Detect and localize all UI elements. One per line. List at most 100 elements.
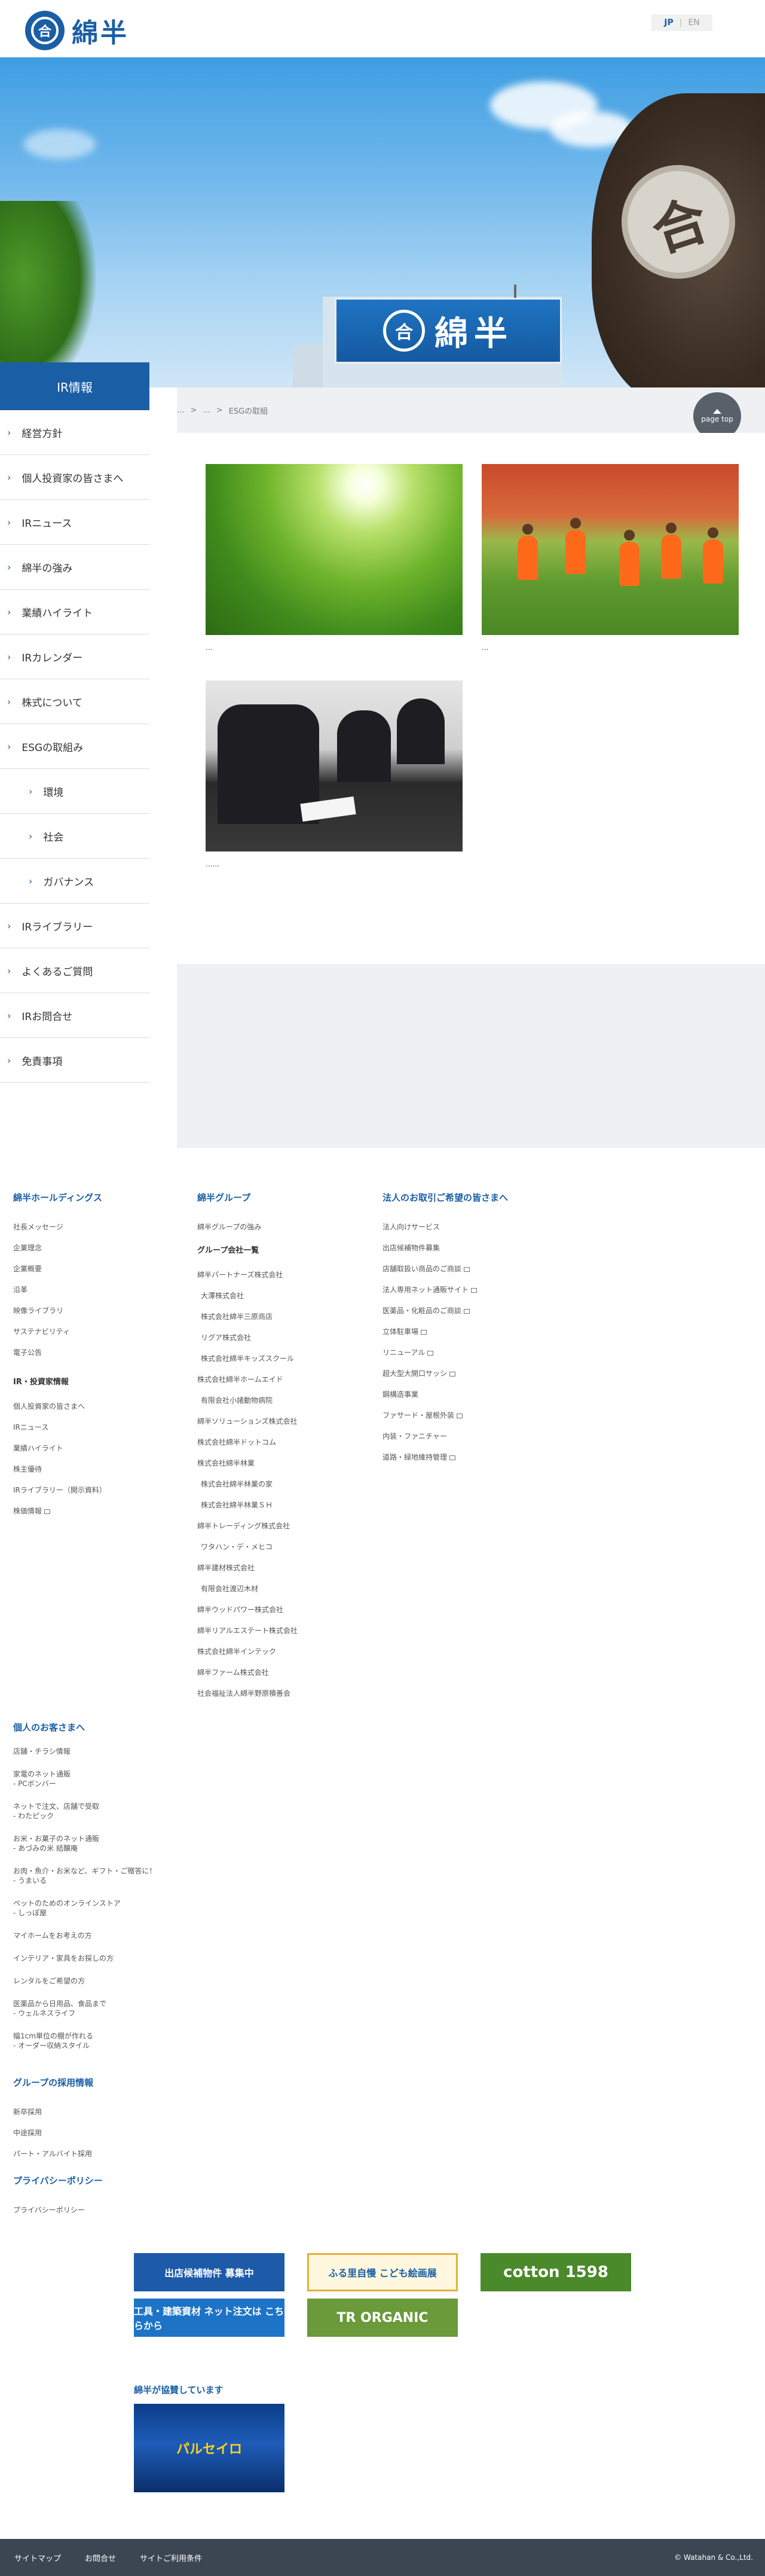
sidebar-item[interactable]: › 綿半の強み [0, 545, 149, 590]
sidebar-item[interactable]: › ESGの取組み [0, 724, 149, 769]
footer-link[interactable]: 業績ハイライト [13, 1438, 180, 1459]
footer-link[interactable]: 株主優待 [13, 1459, 180, 1480]
footer-link[interactable]: リニューアル [382, 1342, 574, 1363]
sidebar-item[interactable]: › 環境 [0, 769, 149, 814]
footer-link[interactable]: 店舗取扱い商品のご商談 [382, 1259, 574, 1280]
footer-link[interactable]: 企業理念 [13, 1238, 180, 1259]
footer-link[interactable]: レンタルをご希望の方 [13, 1976, 252, 1986]
sidebar-item[interactable]: › よくあるご質問 [0, 948, 149, 993]
footer-link[interactable]: 個人投資家の皆さまへ [13, 1396, 180, 1417]
footer-link[interactable]: リグア株式会社 [197, 1327, 377, 1348]
card-image-environment[interactable] [206, 464, 463, 635]
footer-link[interactable]: インテリア・家具をお探しの方 [13, 1954, 252, 1963]
footer-link[interactable]: 綿半トレーディング株式会社 [197, 1516, 377, 1537]
sidebar-item[interactable]: › 株式について [0, 679, 149, 724]
footer-link[interactable]: 医薬品・化粧品のご商談 [382, 1301, 574, 1321]
sidebar-item[interactable]: › 業績ハイライト [0, 590, 149, 634]
banner-tools[interactable]: 工具・建築資材 ネット注文は こちらから [134, 2299, 284, 2337]
footer-link[interactable]: ペットのためのオンラインストア - しっぽ屋 [13, 1899, 252, 1918]
footer-link[interactable]: 映像ライブラリ [13, 1301, 180, 1321]
footer-link[interactable]: 出店候補物件募集 [382, 1238, 574, 1259]
footer-link-label: 立体駐車場 [382, 1327, 419, 1336]
footer-link[interactable]: 企業概要 [13, 1259, 180, 1280]
sitemap-link[interactable]: サイトマップ [14, 2552, 61, 2563]
footer-link-sublabel: - うまいる [13, 1876, 47, 1885]
banner-cotton[interactable]: cotton 1598 [481, 2253, 631, 2291]
footer-link[interactable]: 有限会社渡辺木材 [197, 1579, 377, 1600]
breadcrumb-item[interactable]: ... [203, 406, 210, 415]
footer-link[interactable]: 電子公告 [13, 1342, 180, 1363]
footer-link[interactable]: 綿半建材株式会社 [197, 1558, 377, 1579]
footer-link[interactable]: ファサード・屋根外装 [382, 1405, 574, 1426]
content-card[interactable]: ... [206, 464, 463, 652]
lang-jp-link[interactable]: JP [664, 18, 673, 28]
footer-link[interactable]: 道路・緑地維持管理 [382, 1447, 574, 1468]
footer-link[interactable]: ネットで注文、店舗で受取 - わたピック [13, 1802, 252, 1821]
footer-link[interactable]: 株式会社綿半ドットコム [197, 1432, 377, 1453]
card-image-governance[interactable] [206, 680, 463, 851]
footer-link[interactable]: 社長メッセージ [13, 1217, 180, 1238]
banner-store-recruit[interactable]: 出店候補物件 募集中 [134, 2253, 284, 2291]
sidebar-item[interactable]: › ガバナンス [0, 859, 149, 904]
footer-link[interactable]: ワタハン・デ・メヒコ [197, 1537, 377, 1558]
footer-link[interactable]: 綿半パートナーズ株式会社 [197, 1265, 377, 1286]
footer-link[interactable]: サステナビリティ [13, 1321, 180, 1342]
footer-link[interactable]: 医薬品から日用品、食品まで - ウェルネスライフ [13, 1999, 252, 2018]
footer-link[interactable]: 家電のネット通販 - PCボンバー [13, 1769, 252, 1788]
footer-link[interactable]: 法人専用ネット通販サイト [382, 1280, 574, 1301]
sidebar-item[interactable]: › IRカレンダー [0, 634, 149, 679]
contact-link[interactable]: お問合せ [85, 2552, 116, 2563]
footer-link[interactable]: 株式会社綿半林業の家 [197, 1474, 377, 1495]
sidebar-item[interactable]: › 社会 [0, 814, 149, 859]
banner-organic[interactable]: TR ORGANIC [307, 2299, 458, 2337]
footer-link[interactable]: 綿半リアルエステート株式会社 [197, 1620, 377, 1641]
footer-link[interactable]: 綿半グループの強み [197, 1217, 377, 1238]
footer-link[interactable]: 幅1cm単位の棚が作れる - オーダー収納スタイル [13, 2031, 252, 2050]
sidebar-item[interactable]: › IRライブラリー [0, 904, 149, 948]
footer-link[interactable]: マイホームをお考えの方 [13, 1931, 252, 1940]
sidebar-item[interactable]: › IRお問合せ [0, 993, 149, 1038]
footer-link[interactable]: パート・アルバイト採用 [13, 2144, 180, 2165]
footer-link[interactable]: 株式会社綿半林業ＳＨ [197, 1495, 377, 1516]
footer-link[interactable]: 新卒採用 [13, 2102, 180, 2123]
footer-link[interactable]: お肉・魚介・お米など、ギフト・ご贈答に！ - うまいる [13, 1866, 252, 1885]
footer-link[interactable]: 株式会社綿半キッズスクール [197, 1348, 377, 1369]
footer-link[interactable]: 沿革 [13, 1280, 180, 1301]
terms-link[interactable]: サイトご利用条件 [140, 2552, 202, 2563]
footer-link[interactable]: 株価情報 [13, 1501, 180, 1522]
footer-link[interactable]: プライバシーポリシー [13, 2200, 180, 2221]
card-image-society[interactable] [482, 464, 739, 635]
footer-link[interactable]: IRニュース [13, 1417, 180, 1438]
breadcrumb-item[interactable]: ... [177, 406, 184, 415]
footer-link[interactable]: 株式会社綿半林業 [197, 1453, 377, 1474]
footer-link[interactable]: IRライブラリー（開示資料） [13, 1480, 180, 1501]
partner-banner[interactable]: パルセイロ [134, 2404, 284, 2492]
sidebar-item[interactable]: › 経営方針 [0, 410, 149, 455]
site-logo[interactable]: 合 綿半 [25, 11, 129, 50]
footer-link[interactable]: 法人向けサービス [382, 1217, 574, 1238]
footer-link[interactable]: 内装・ファニチャー [382, 1426, 574, 1447]
footer-link[interactable]: 綿半ウッドパワー株式会社 [197, 1600, 377, 1620]
banner-art-contest[interactable]: ふる里自慢 こども絵画展 [307, 2253, 458, 2291]
sidebar-item[interactable]: › IRニュース [0, 500, 149, 545]
sidebar-item[interactable]: › 免責事項 [0, 1038, 149, 1083]
content-card[interactable]: ...... [206, 680, 463, 868]
footer-link[interactable]: お米・お菓子のネット通販 - あづみの米 結醸庵 [13, 1834, 252, 1853]
lang-en-link[interactable]: EN [688, 18, 699, 28]
footer-link[interactable]: 大澤株式会社 [197, 1286, 377, 1307]
footer-link[interactable]: 株式会社綿半ホームエイド [197, 1369, 377, 1390]
footer-link[interactable]: 社会福祉法人綿半野原積善会 [197, 1683, 377, 1704]
footer-link[interactable]: 中途採用 [13, 2123, 180, 2144]
breadcrumb-item[interactable]: ESGの取組 [229, 405, 268, 416]
footer-link[interactable]: 株式会社綿半インテック [197, 1641, 377, 1662]
footer-link[interactable]: 綿半ファーム株式会社 [197, 1662, 377, 1683]
footer-link[interactable]: 綿半ソリューションズ株式会社 [197, 1411, 377, 1432]
content-card[interactable]: ... [482, 464, 739, 652]
footer-link[interactable]: 立体駐車場 [382, 1321, 574, 1342]
footer-link[interactable]: 有限会社小諸動物病院 [197, 1390, 377, 1411]
footer-link[interactable]: 店舗・チラシ情報 [13, 1747, 252, 1756]
footer-link[interactable]: 鋼構造事業 [382, 1384, 574, 1405]
footer-link[interactable]: 超大型大開口サッシ [382, 1363, 574, 1384]
sidebar-item[interactable]: › 個人投資家の皆さまへ [0, 455, 149, 500]
footer-link[interactable]: 株式会社綿半三原商店 [197, 1307, 377, 1327]
